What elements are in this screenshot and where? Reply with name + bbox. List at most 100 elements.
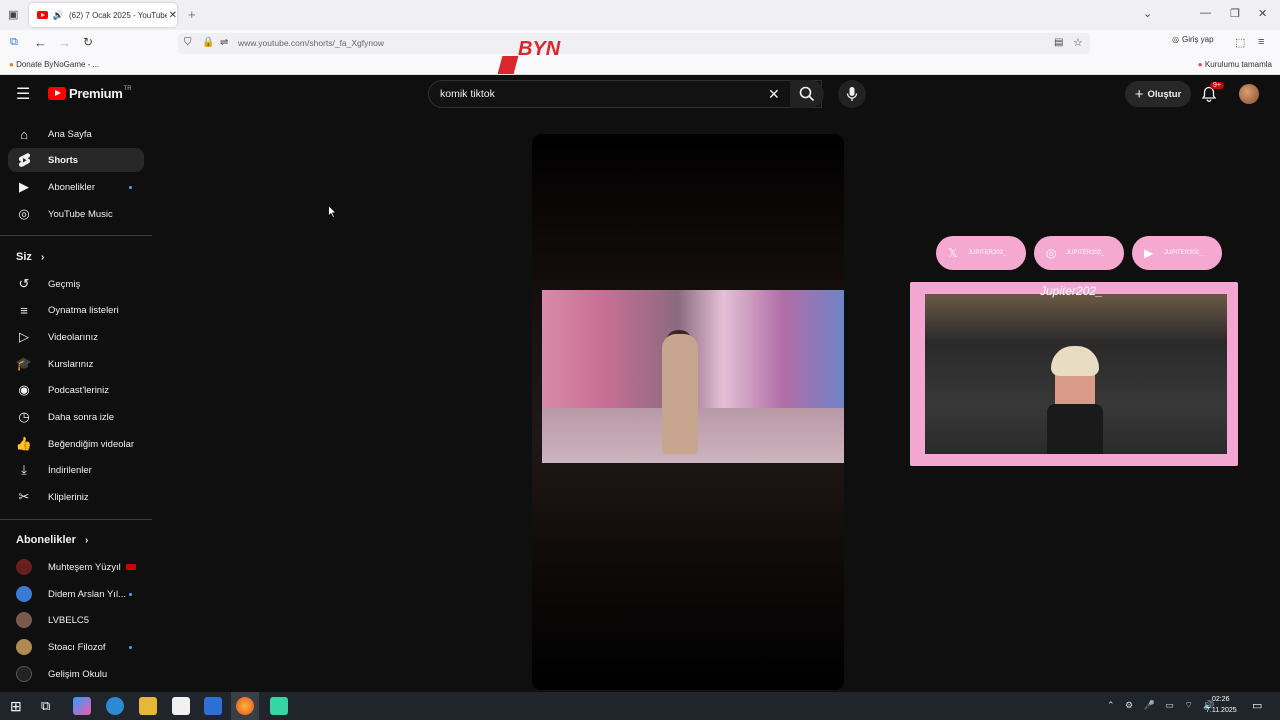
firefox-setup-icon: ●: [1197, 60, 1203, 69]
search-box[interactable]: ✕: [428, 80, 822, 108]
account-icon: ◎: [1172, 35, 1179, 44]
courses-icon: 🎓: [15, 356, 33, 371]
subscription-item[interactable]: Gelişim Okulu: [8, 662, 144, 686]
shorts-icon: [16, 152, 32, 168]
new-tab-button[interactable]: +: [188, 7, 196, 22]
voice-search-button[interactable]: [838, 80, 866, 108]
byn-overlay-logo: BYN: [497, 38, 566, 76]
tab-list-chevron-icon[interactable]: ⌄: [1143, 7, 1152, 20]
webcam-name: Jupiter202_: [1040, 284, 1103, 298]
sidebar-item-youtube-music[interactable]: ◎ YouTube Music: [8, 202, 144, 226]
sidebar-item-label: Klipleriniz: [48, 491, 89, 503]
tab-close-button[interactable]: ✕: [169, 10, 177, 21]
you-section-title[interactable]: Siz ›: [16, 251, 44, 263]
sidebar-item-home[interactable]: ⌂ Ana Sayfa: [8, 122, 144, 146]
browser-tab-youtube[interactable]: 🔊 (62) 7 Ocak 2025 - YouTube ✕: [29, 3, 177, 27]
store-icon[interactable]: [172, 697, 190, 715]
liked-icon: 👍: [15, 436, 33, 451]
sidebar-item-label: İndirilenler: [48, 464, 92, 476]
extensions-icon[interactable]: ⬚: [1235, 36, 1245, 49]
sidebar-item-label: Podcast'leriniz: [48, 384, 109, 396]
home-icon: ⌂: [20, 126, 28, 142]
sidebar-item-label: Abonelikler: [48, 181, 95, 193]
social-pill-youtube: ▶ JUPITER202_: [1132, 236, 1222, 270]
mail-icon[interactable]: [204, 697, 222, 715]
sidebar-item-subscriptions[interactable]: ▶ Abonelikler: [8, 175, 144, 199]
forward-button[interactable]: →: [58, 35, 71, 50]
file-explorer-icon[interactable]: [139, 697, 157, 715]
speaker-icon[interactable]: 🔊: [53, 10, 64, 21]
sidebar-item-label: Kurslarınız: [48, 358, 94, 370]
your-videos-icon: ▷: [19, 329, 29, 344]
sidebar-item-podcasts[interactable]: ◉ Podcast'leriniz: [8, 378, 144, 402]
taskbar-date[interactable]: 7.11.2025: [1206, 707, 1237, 714]
notifications-button[interactable]: 9+: [1201, 82, 1224, 107]
tab-overview-icon[interactable]: ▣: [8, 8, 18, 21]
search-input[interactable]: [440, 88, 740, 100]
bookmark-setup[interactable]: ● Kurulumu tamamla: [1198, 60, 1272, 69]
close-window-button[interactable]: ✕: [1258, 7, 1267, 20]
system-tray-icons[interactable]: ⌃ ⚙ 🎤 ▭ ⌔ 🔊: [1107, 700, 1219, 711]
plus-icon: +: [1134, 85, 1144, 103]
edge-icon[interactable]: [106, 697, 124, 715]
new-content-dot: [129, 592, 132, 596]
channel-name: LVBELC5: [48, 614, 90, 626]
task-view-icon[interactable]: ⧉: [41, 698, 50, 714]
signin-button[interactable]: ◎ Giriş yap: [1172, 35, 1214, 44]
sidebar-item-playlists[interactable]: ≡ Oynatma listeleri: [8, 298, 144, 322]
channel-avatar: [16, 612, 32, 628]
sidebar-item-history[interactable]: ↺ Geçmiş: [8, 272, 144, 296]
firefox-icon[interactable]: [236, 697, 254, 715]
sidebar-item-watch-later[interactable]: ◷ Daha sonra izle: [8, 405, 144, 429]
windows-taskbar: ⊞ ⧉ ⌃ ⚙ 🎤 ▭ ⌔ 🔊 02:26 7.11.2025 ▭: [0, 692, 1280, 720]
minimize-button[interactable]: —: [1200, 7, 1211, 19]
sidebar-item-label: Videolarınız: [48, 331, 98, 343]
restore-button[interactable]: ❐: [1230, 7, 1240, 20]
social-handle: JUPITER202_: [1164, 250, 1203, 256]
create-button[interactable]: + Oluştur: [1125, 81, 1191, 107]
bookmarks-bar: ● Donate ByNoGame - ... ● Kurulumu tamam…: [0, 57, 1280, 75]
sidebar-item-shorts[interactable]: Shorts: [8, 148, 144, 172]
back-button[interactable]: ←: [34, 35, 47, 50]
sidebar-item-liked-videos[interactable]: 👍 Beğendiğim videolar: [8, 432, 144, 456]
copilot-icon[interactable]: [73, 697, 91, 715]
sidebar-item-clips[interactable]: ✂ Klipleriniz: [8, 485, 144, 509]
x-logo-icon: 𝕏: [948, 246, 958, 260]
windows-start-icon[interactable]: ⊞: [10, 698, 22, 715]
new-content-dot: [129, 185, 132, 189]
reload-button[interactable]: ↻: [83, 35, 93, 49]
sidebar-item-downloads[interactable]: ⤓ İndirilenler: [8, 458, 144, 482]
address-bar[interactable]: ⛉ 🔒 ⇌ www.youtube.com/shorts/_fa_Xgfynow…: [178, 33, 1090, 54]
taskbar-time[interactable]: 02:26: [1212, 696, 1230, 703]
shield-icon[interactable]: ⛉: [184, 37, 192, 48]
social-pill-instagram: ◎ JUPITER202_: [1034, 236, 1124, 270]
account-avatar[interactable]: [1239, 84, 1259, 104]
chevron-right-icon: ›: [40, 252, 45, 263]
channel-avatar: [16, 666, 32, 682]
app-icon[interactable]: [270, 697, 288, 715]
lock-icon[interactable]: 🔒: [202, 37, 214, 48]
bookmark-donate[interactable]: ● Donate ByNoGame - ...: [9, 60, 99, 69]
subscription-item[interactable]: Stoacı Filozof: [8, 635, 144, 659]
downloads-icon: ⤓: [21, 462, 27, 477]
webcam-overlay: Jupiter202_: [910, 282, 1238, 466]
sidebar-item-courses[interactable]: 🎓 Kurslarınız: [8, 352, 144, 376]
sidebar-item-your-videos[interactable]: ▷ Videolarınız: [8, 325, 144, 349]
youtube-app: ☰ Premium TR ✕ + Oluştur 9+ ⌂ Ana Sayfa: [0, 76, 1280, 692]
clear-search-button[interactable]: ✕: [768, 86, 780, 103]
channel-name: Gelişim Okulu: [48, 668, 108, 680]
url-text[interactable]: www.youtube.com/shorts/_fa_Xgfynow: [238, 38, 384, 48]
search-button[interactable]: [790, 80, 824, 108]
sidebar-toggle-icon[interactable]: ⧉: [10, 36, 18, 49]
subscriptions-section-title[interactable]: Abonelikler ›: [16, 534, 88, 546]
bookmark-star-icon[interactable]: ☆: [1073, 36, 1083, 49]
subscription-item[interactable]: Muhteşem Yüzyıl: [8, 555, 144, 579]
subscription-item[interactable]: LVBELC5: [8, 608, 144, 632]
subscription-item[interactable]: Didem Arslan Yıl...: [8, 582, 144, 606]
shorts-video-player[interactable]: [532, 134, 844, 690]
permissions-icon[interactable]: ⇌: [220, 37, 228, 48]
reader-view-icon[interactable]: ▤: [1054, 37, 1063, 48]
streamer-headphones: [1051, 346, 1099, 376]
notification-center-icon[interactable]: ▭: [1252, 699, 1262, 712]
menu-icon[interactable]: ≡: [1258, 36, 1264, 48]
